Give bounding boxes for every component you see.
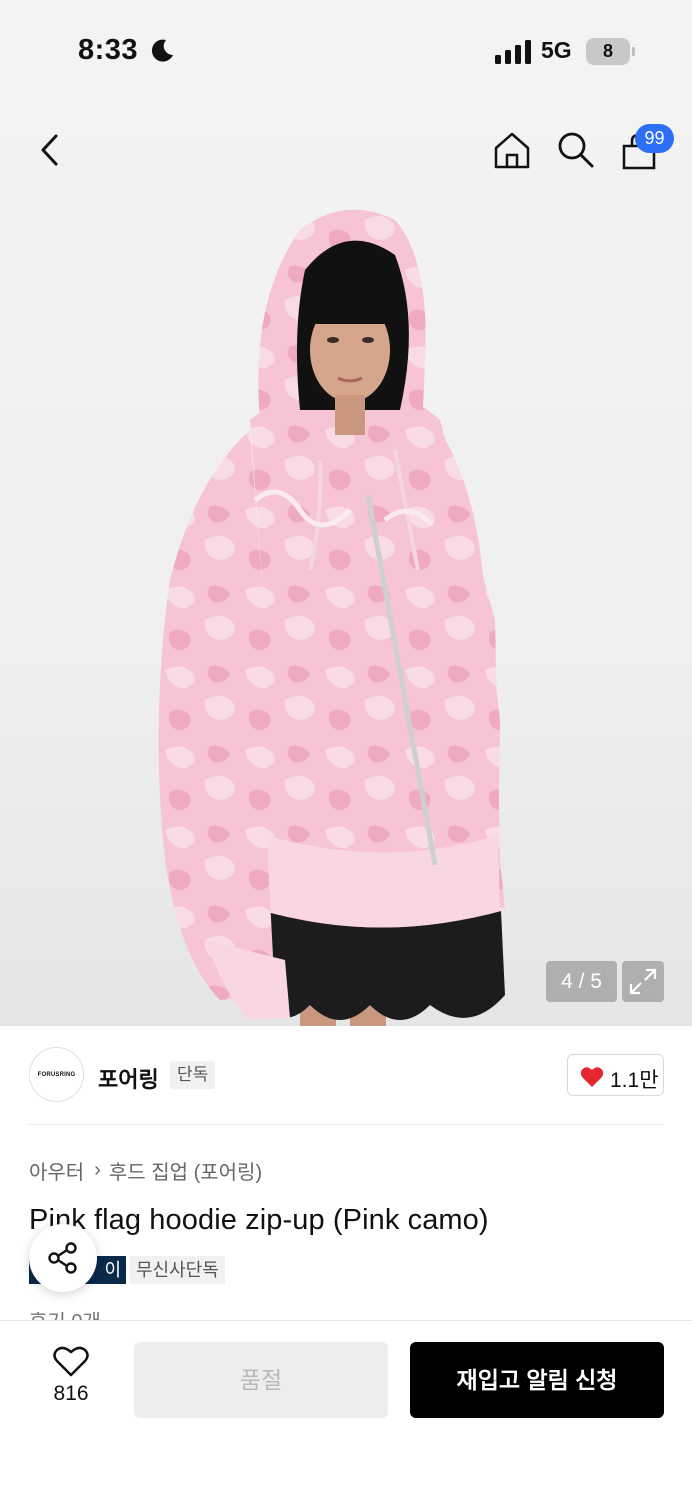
status-bar: 8:33 5G 8 bbox=[0, 0, 692, 100]
brand-like-button[interactable]: 1.1만 bbox=[567, 1054, 664, 1096]
divider bbox=[29, 1124, 664, 1125]
product-gallery[interactable] bbox=[0, 100, 692, 1026]
breadcrumb-item[interactable]: 아우터 bbox=[29, 1156, 84, 1185]
soldout-button[interactable]: 품절 bbox=[134, 1342, 388, 1418]
product-title: Pink flag hoodie zip-up (Pink camo) bbox=[29, 1204, 489, 1236]
wishlist-count: 816 bbox=[53, 1382, 89, 1405]
product-photo bbox=[158, 209, 505, 1026]
wishlist-heart-icon bbox=[53, 1346, 89, 1377]
gallery-pager: 4 / 5 bbox=[546, 961, 617, 1002]
share-icon bbox=[48, 1242, 77, 1274]
signal-icon bbox=[495, 40, 531, 64]
share-button[interactable] bbox=[29, 1224, 97, 1292]
brand-logo[interactable]: FORUSRING bbox=[29, 1047, 84, 1102]
restock-alert-button[interactable]: 재입고 알림 신청 bbox=[410, 1342, 664, 1418]
heart-icon bbox=[580, 1067, 604, 1087]
breadcrumb: 아우터 › 후드 집업 (포어링) bbox=[29, 1156, 262, 1185]
expand-button[interactable] bbox=[622, 961, 664, 1002]
search-icon[interactable] bbox=[556, 130, 596, 170]
back-arrow-icon[interactable] bbox=[36, 132, 64, 168]
brand-like-count: 1.1만 bbox=[610, 1069, 659, 1092]
network-type: 5G bbox=[541, 37, 572, 63]
musinsa-exclusive-tag: 무신사단독 bbox=[130, 1256, 225, 1284]
exclusive-badge: 단독 bbox=[170, 1061, 216, 1089]
expand-icon bbox=[629, 968, 657, 995]
chevron-right-icon: › bbox=[94, 1159, 101, 1181]
cart-count-badge: 99 bbox=[635, 124, 674, 153]
battery-nub bbox=[632, 47, 635, 56]
battery-indicator: 8 bbox=[586, 38, 630, 65]
status-time: 8:33 bbox=[78, 34, 139, 66]
moon-icon bbox=[151, 39, 173, 62]
breadcrumb-item[interactable]: 후드 집업 (포어링) bbox=[109, 1156, 262, 1185]
brand-name[interactable]: 포어링 bbox=[98, 1062, 159, 1094]
home-icon[interactable] bbox=[492, 130, 532, 170]
wishlist-button[interactable]: 816 bbox=[36, 1346, 106, 1406]
